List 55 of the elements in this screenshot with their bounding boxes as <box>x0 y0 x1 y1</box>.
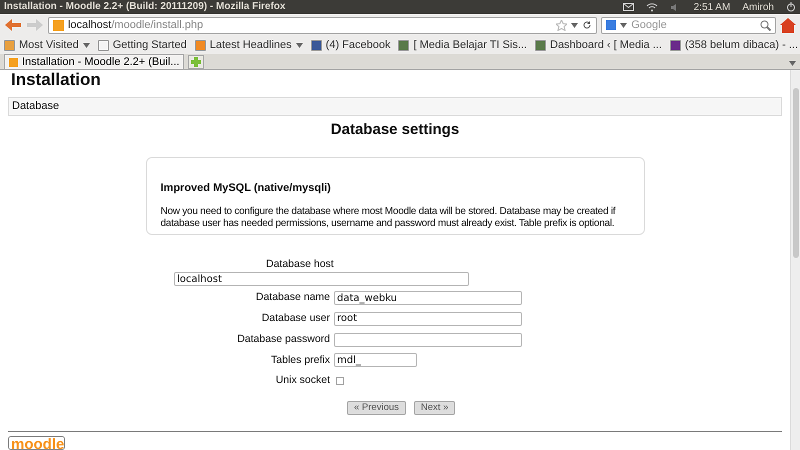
input-field[interactable]: data_webku <box>334 291 522 306</box>
checkbox[interactable] <box>336 377 344 386</box>
bookmark-icon <box>194 40 206 50</box>
bookmark-item[interactable]: (358 belum dibaca) - ... <box>670 36 798 54</box>
clock: 2:51 AM <box>694 0 730 14</box>
back-arrow-icon[interactable] <box>4 18 22 32</box>
bookmark-item[interactable]: (4) Facebook <box>310 36 390 54</box>
input-field[interactable]: localhost <box>174 272 469 286</box>
window-title: Installation - Moodle 2.2+ (Build: 20111209) - Mozilla Firefox <box>4 2 286 12</box>
driver-title: Improved MySQL (native/mysqli) <box>160 181 332 196</box>
settings-title: Database settings <box>330 120 460 140</box>
new-tab-button[interactable] <box>188 55 204 69</box>
plus-icon <box>191 57 202 67</box>
bookmark-icon <box>398 40 410 50</box>
bookmark-item[interactable]: Most Visited <box>4 36 90 54</box>
input-field[interactable] <box>334 332 522 347</box>
moodle-logo: moodle <box>8 436 65 450</box>
home-icon[interactable] <box>780 18 796 32</box>
info-text: Now you need to configure the database where most Moodle data will be stored. Database may be created if database user has needed permissions, username and password must already exist. Table prefix is optional. <box>160 206 616 230</box>
field-label: Database name <box>254 290 331 306</box>
url-text: localhost/moodle/install.php <box>68 18 204 33</box>
wifi-icon <box>646 2 658 12</box>
bookmark-item[interactable]: [ Media Belajar TI Sis... <box>398 36 527 54</box>
bookmark-item[interactable]: Latest Headlines <box>194 36 303 54</box>
reload-icon[interactable] <box>582 20 592 30</box>
field-label: Tables prefix <box>270 352 331 368</box>
field-label: Database password <box>236 332 331 347</box>
bookmark-icon <box>535 40 546 50</box>
bookmark-icon <box>670 40 681 50</box>
power-icon <box>786 2 796 12</box>
section-bar: Database <box>8 97 782 116</box>
nav-button[interactable]: Next » <box>414 401 456 416</box>
nav-button[interactable]: « Previous <box>347 401 406 416</box>
bookmark-icon <box>98 40 109 50</box>
bookmark-icon <box>310 40 322 50</box>
forward-arrow-icon[interactable] <box>26 18 44 32</box>
user-name: Amiroh <box>742 0 774 14</box>
bookmark-icon <box>4 40 15 50</box>
url-field[interactable]: localhost/moodle/install.php <box>48 16 598 34</box>
input-field[interactable]: mdl_ <box>334 353 417 368</box>
bookmark-item[interactable]: Dashboard ‹ [ Media ... <box>535 36 662 54</box>
bookmark-item[interactable]: Getting Started <box>98 36 187 54</box>
caret-icon <box>789 61 796 66</box>
caret-icon <box>571 22 578 28</box>
page-heading: Installation <box>11 70 102 90</box>
browser-tab[interactable]: Installation - Moodle 2.2+ (Buil... <box>4 54 184 69</box>
input-field[interactable]: root <box>334 312 522 326</box>
mail-icon <box>622 3 634 11</box>
search-icon[interactable] <box>760 20 771 30</box>
field-label: Database user <box>260 311 331 326</box>
field-label: Database host <box>266 256 334 272</box>
field-label: Unix socket <box>274 373 331 388</box>
star-icon[interactable] <box>556 20 568 30</box>
search-placeholder: Google <box>631 18 667 33</box>
caret-icon <box>620 22 628 28</box>
